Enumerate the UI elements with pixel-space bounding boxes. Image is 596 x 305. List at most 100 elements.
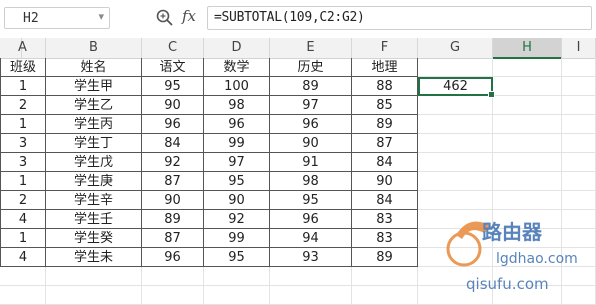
column-header-d[interactable]: D [204,38,270,58]
empty-cell[interactable] [418,191,493,210]
cell[interactable]: 88 [352,77,418,96]
empty-cell[interactable] [493,153,562,172]
cell[interactable]: 98 [204,96,270,115]
cell[interactable]: 数学 [204,58,270,77]
cell[interactable]: 1 [0,172,46,191]
column-header-e[interactable]: E [270,38,352,58]
cell[interactable]: 96 [270,115,352,134]
empty-cell[interactable] [562,115,596,134]
cell[interactable]: 96 [270,210,352,229]
empty-cell[interactable] [562,77,596,96]
empty-cell[interactable] [493,58,562,77]
cell[interactable]: 99 [204,134,270,153]
empty-cell[interactable] [493,172,562,191]
empty-cell[interactable] [270,267,352,286]
empty-cell[interactable] [352,286,418,305]
empty-cell[interactable] [493,115,562,134]
cell[interactable]: 学生乙 [46,96,142,115]
empty-cell[interactable] [493,229,562,248]
cell[interactable]: 班级 [0,58,46,77]
cell[interactable]: 1 [0,115,46,134]
cell[interactable]: 学生甲 [46,77,142,96]
cell[interactable]: 90 [204,191,270,210]
empty-cell[interactable] [562,248,596,267]
empty-cell[interactable] [493,267,562,286]
empty-cell[interactable] [493,134,562,153]
empty-cell[interactable] [562,153,596,172]
empty-cell[interactable] [562,267,596,286]
cell[interactable]: 95 [204,172,270,191]
cell[interactable]: 98 [270,172,352,191]
zoom-icon[interactable] [155,8,175,28]
cell[interactable]: 89 [352,248,418,267]
empty-cell[interactable] [352,267,418,286]
cell[interactable]: 85 [352,96,418,115]
empty-cell[interactable] [562,134,596,153]
empty-cell[interactable] [46,286,142,305]
column-header-g[interactable]: G [418,38,493,58]
cell[interactable]: 90 [270,134,352,153]
cell[interactable]: 87 [142,229,204,248]
column-header-i[interactable]: I [562,38,596,58]
cell[interactable]: 96 [204,115,270,134]
cell[interactable]: 100 [204,77,270,96]
cell[interactable]: 92 [204,210,270,229]
name-box[interactable]: H2 ▾ [4,7,110,29]
cell[interactable]: 90 [142,96,204,115]
cell[interactable]: 94 [270,229,352,248]
empty-cell[interactable] [493,77,562,96]
cell[interactable]: 学生未 [46,248,142,267]
cell[interactable]: 89 [270,77,352,96]
cell[interactable]: 学生癸 [46,229,142,248]
cell[interactable]: 89 [142,210,204,229]
cell[interactable]: 89 [352,115,418,134]
fill-handle[interactable] [488,91,495,98]
cell[interactable]: 2 [0,191,46,210]
cell[interactable]: 95 [204,248,270,267]
cell[interactable]: 96 [142,115,204,134]
empty-cell[interactable] [493,248,562,267]
empty-cell[interactable] [418,267,493,286]
empty-cell[interactable] [562,229,596,248]
fx-icon[interactable]: fx [182,7,196,25]
cell[interactable]: 97 [270,96,352,115]
cell[interactable]: 84 [352,153,418,172]
empty-cell[interactable] [562,191,596,210]
cell[interactable]: 95 [142,77,204,96]
empty-cell[interactable] [493,96,562,115]
cell[interactable]: 87 [142,172,204,191]
cell[interactable]: 90 [142,191,204,210]
column-header-h[interactable]: H [493,38,562,59]
empty-cell[interactable] [46,267,142,286]
selected-cell[interactable]: 462 [418,77,495,98]
cell[interactable]: 99 [204,229,270,248]
cell[interactable]: 历史 [270,58,352,77]
empty-cell[interactable] [270,286,352,305]
empty-cell[interactable] [493,210,562,229]
cell[interactable]: 84 [352,191,418,210]
empty-cell[interactable] [562,286,596,305]
cell[interactable]: 91 [270,153,352,172]
empty-cell[interactable] [418,172,493,191]
empty-cell[interactable] [418,134,493,153]
empty-cell[interactable] [418,286,493,305]
cell[interactable]: 92 [142,153,204,172]
empty-cell[interactable] [204,267,270,286]
empty-cell[interactable] [562,210,596,229]
empty-cell[interactable] [142,267,204,286]
empty-cell[interactable] [562,58,596,77]
cell[interactable]: 95 [270,191,352,210]
cell[interactable]: 学生壬 [46,210,142,229]
cell[interactable]: 83 [352,210,418,229]
column-header-a[interactable]: A [0,38,46,58]
cell[interactable]: 学生丁 [46,134,142,153]
cell[interactable]: 3 [0,153,46,172]
formula-input[interactable]: =SUBTOTAL(109,C2:G2) [207,6,592,30]
empty-cell[interactable] [142,286,204,305]
cell[interactable]: 学生庚 [46,172,142,191]
empty-cell[interactable] [493,286,562,305]
cell[interactable]: 96 [142,248,204,267]
cell[interactable]: 地理 [352,58,418,77]
cell[interactable]: 93 [270,248,352,267]
empty-cell[interactable] [418,210,493,229]
